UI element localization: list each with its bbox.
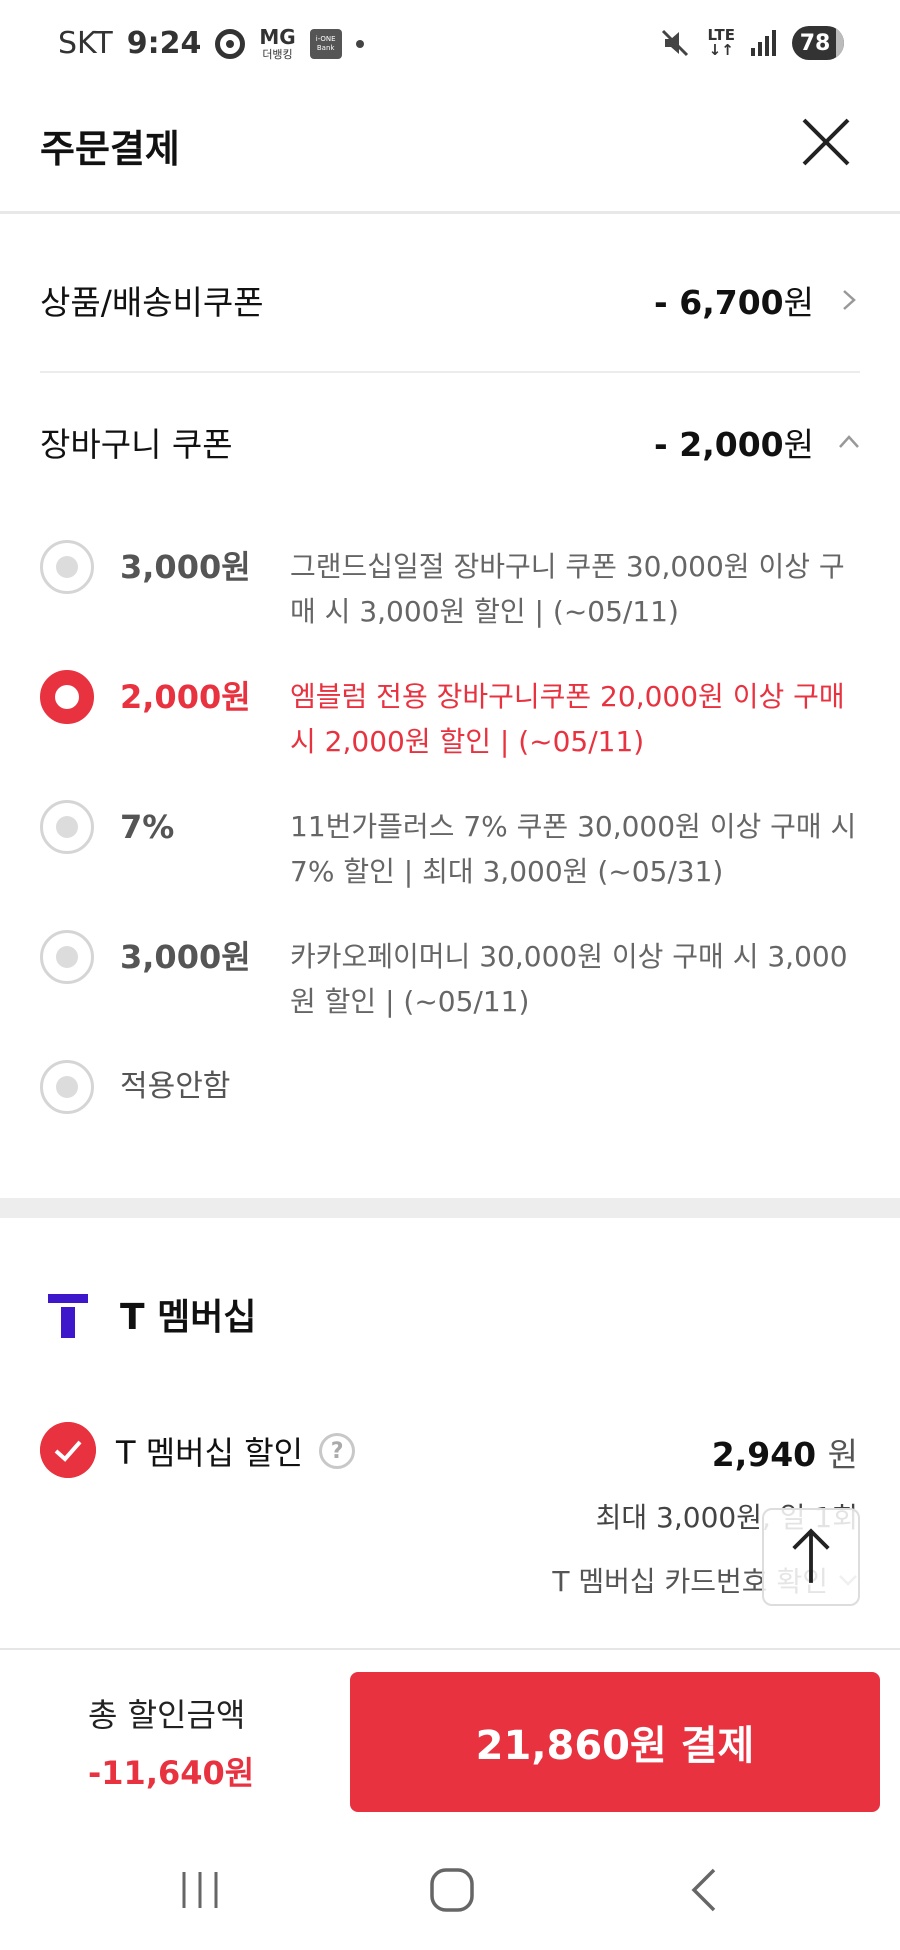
aperture-notification-icon	[215, 28, 246, 59]
cart-coupon-label: 장바구니 쿠폰	[40, 425, 233, 464]
coupon-option-selected[interactable]: 2,000원 엠블럼 전용 장바구니쿠폰 20,000원 이상 구매 시 2,0…	[40, 670, 860, 764]
help-icon[interactable]: ?	[319, 1433, 356, 1469]
radio-button[interactable]	[40, 800, 94, 854]
radio-button[interactable]	[40, 540, 94, 594]
t-membership-discount-label: T 멤버십 할인	[116, 1434, 304, 1472]
coupon-option-description: 그랜드십일절 장바구니 쿠폰 30,000원 이상 구매 시 3,000원 할인…	[290, 550, 845, 628]
back-icon[interactable]	[674, 1860, 734, 1920]
divider	[40, 371, 860, 373]
battery-icon: 78	[792, 26, 844, 60]
no-apply-label: 적용안함	[120, 1069, 231, 1104]
home-icon[interactable]	[422, 1860, 482, 1920]
t-membership-title: T 멤버십	[120, 1297, 257, 1338]
coupon-option-amount: 7%	[120, 808, 175, 846]
more-notifications-dot-icon	[355, 39, 364, 48]
checkbox-checked-icon[interactable]	[40, 1422, 96, 1478]
total-discount-label: 총 할인금액	[88, 1696, 246, 1734]
mute-icon	[662, 29, 689, 57]
close-icon[interactable]	[800, 116, 852, 168]
section-divider	[0, 1198, 900, 1218]
clock: 9:24	[126, 26, 202, 61]
checkout-bar: 총 할인금액 -11,640원 21,860원 결제	[0, 1648, 900, 1812]
product-coupon-amount: - 6,700원	[654, 283, 814, 322]
mg-bank-notification-icon: MG 더뱅킹	[259, 25, 296, 61]
ione-bank-notification-icon: i-ONE Bank	[309, 28, 342, 59]
cart-coupon-amount: - 2,000원	[654, 425, 814, 464]
t-membership-amount: 2,940 원	[711, 1435, 858, 1474]
radio-button[interactable]	[40, 930, 94, 984]
chevron-right-icon	[843, 290, 856, 310]
product-coupon-label: 상품/배송비쿠폰	[40, 283, 264, 322]
carrier-label: SKT	[58, 26, 113, 61]
coupon-option[interactable]: 3,000원 카카오페이머니 30,000원 이상 구매 시 3,000원 할인…	[40, 930, 860, 1024]
radio-button-selected[interactable]	[40, 670, 94, 724]
total-discount-value: -11,640원	[88, 1754, 255, 1792]
system-nav-bar	[0, 1830, 900, 1950]
pay-button[interactable]: 21,860원 결제	[350, 1672, 880, 1812]
recent-apps-icon[interactable]	[170, 1860, 230, 1920]
product-coupon-row[interactable]: 상품/배송비쿠폰 - 6,700원	[40, 276, 860, 324]
scroll-to-top-icon[interactable]	[762, 1508, 860, 1606]
coupon-option[interactable]: 3,000원 그랜드십일절 장바구니 쿠폰 30,000원 이상 구매 시 3,…	[40, 540, 860, 634]
t-membership-logo-icon	[48, 1294, 88, 1338]
page-title: 주문결제	[40, 127, 180, 171]
lte-icon: LTE ↓↑	[707, 26, 735, 59]
coupon-option-description: 엠블럼 전용 장바구니쿠폰 20,000원 이상 구매 시 2,000원 할인 …	[290, 680, 845, 758]
coupon-option-amount: 3,000원	[120, 938, 251, 976]
coupon-option-amount: 2,000원	[120, 678, 251, 716]
radio-button[interactable]	[40, 1060, 94, 1114]
signal-icon	[751, 30, 776, 56]
coupon-option-none[interactable]: 적용안함	[40, 1060, 860, 1114]
t-membership-discount: T 멤버십 할인 ?	[116, 1428, 356, 1474]
coupon-option[interactable]: 7% 11번가플러스 7% 쿠폰 30,000원 이상 구매 시 7% 할인 |…	[40, 800, 860, 894]
coupon-option-amount: 3,000원	[120, 548, 251, 586]
coupon-option-description: 카카오페이머니 30,000원 이상 구매 시 3,000원 할인 | (~05…	[290, 940, 848, 1018]
status-bar: SKT 9:24 MG 더뱅킹 i-ONE Bank LTE ↓↑ 78	[0, 0, 900, 92]
chevron-up-icon	[839, 435, 859, 448]
cart-coupon-row[interactable]: 장바구니 쿠폰 - 2,000원	[40, 418, 860, 466]
coupon-option-description: 11번가플러스 7% 쿠폰 30,000원 이상 구매 시 7% 할인 | 최대…	[290, 810, 857, 888]
page-header: 주문결제	[0, 92, 900, 214]
